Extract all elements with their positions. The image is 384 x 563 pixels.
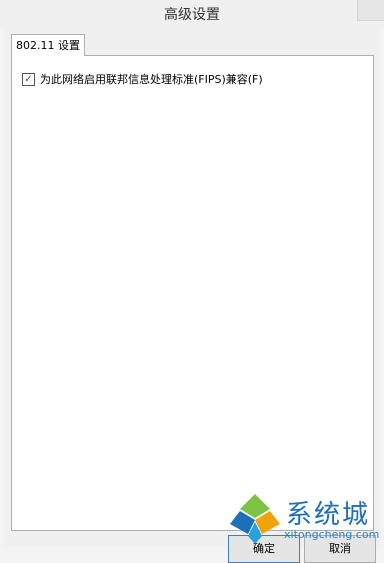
dialog-body: 802.11 设置 ✓ 为此网络启用联邦信息处理标准(FIPS)兼容(F) 确定… [4,27,380,563]
fips-checkbox[interactable]: ✓ [22,72,35,86]
watermark-url: xitongcheng.com [284,528,380,541]
windows-logo-icon [230,494,280,544]
close-button[interactable] [357,0,384,21]
window-title: 高级设置 [164,7,220,23]
title-bar: 高级设置 [0,0,384,27]
checkmark-icon: ✓ [24,73,33,85]
fips-checkbox-label[interactable]: 为此网络启用联邦信息处理标准(FIPS)兼容(F) [40,71,263,87]
tab-panel: ✓ 为此网络启用联邦信息处理标准(FIPS)兼容(F) [11,55,374,531]
watermark-brand: 系统城 [286,500,371,530]
tab-802-11-settings[interactable]: 802.11 设置 [11,34,85,56]
fips-setting-row[interactable]: ✓ 为此网络启用联邦信息处理标准(FIPS)兼容(F) [22,71,263,87]
watermark: 系统城 xitongcheng.com [226,490,384,547]
